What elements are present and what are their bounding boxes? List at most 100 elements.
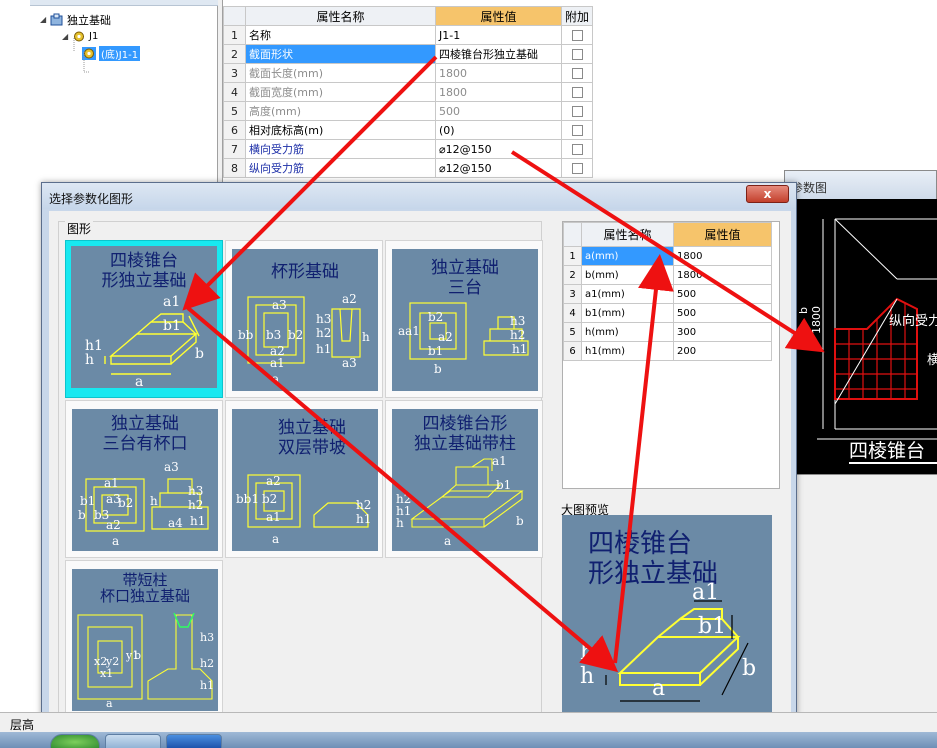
param-value[interactable]: 500 xyxy=(673,284,772,304)
param-name: a1(mm) xyxy=(581,284,674,304)
param-row[interactable]: 3 a1(mm) 500 xyxy=(563,284,772,304)
extra-checkbox-cell[interactable] xyxy=(560,139,594,159)
svg-text:b1: b1 xyxy=(698,614,726,639)
svg-text:aa1: aa1 xyxy=(398,324,420,338)
shape-params-panel: 属性名称 属性值 1 a(mm) 1800 2 b(mm) 1800 3 a1(mm) 500 4… xyxy=(562,221,780,489)
property-value[interactable]: 1800 xyxy=(435,82,562,102)
property-value[interactable]: 四棱锥台形独立基础 xyxy=(435,44,562,64)
extra-checkbox-cell[interactable] xyxy=(560,158,594,178)
extra-checkbox[interactable] xyxy=(571,30,583,41)
shape-tile-cup[interactable]: 杯形基础 bb b3 b2 a3 a2 a1 a h3 h2 h1 a2 a3 h xyxy=(225,240,383,398)
extra-checkbox-cell[interactable] xyxy=(560,63,594,83)
large-preview: 大图预览 四棱锥台 形独立基础 a1 b1 h1 h a b xyxy=(556,501,782,725)
shape-tile-frustum-with-column[interactable]: 四棱锥台形 独立基础带柱 a1 b1 h2 h1 h a b xyxy=(385,400,543,558)
property-row[interactable]: 4 截面宽度(mm) 1800 xyxy=(223,82,594,102)
property-value[interactable]: 500 xyxy=(435,101,562,121)
svg-text:b2: b2 xyxy=(262,492,277,506)
shape-thumbnail: 四棱锥台形 独立基础带柱 a1 b1 h2 h1 h a b xyxy=(392,409,538,551)
extra-checkbox-cell[interactable] xyxy=(560,120,594,140)
extra-checkbox[interactable] xyxy=(571,49,583,60)
param-value[interactable]: 200 xyxy=(673,341,772,361)
svg-text:b1: b1 xyxy=(496,478,511,492)
svg-text:b: b xyxy=(134,649,141,662)
empty-row xyxy=(563,360,772,380)
shape-tile-double-slope[interactable]: 独立基础 双层带坡 a2 bb1 b2 a1 a h2 h1 xyxy=(225,400,383,558)
shape-thumbnail: 杯形基础 bb b3 b2 a3 a2 a1 a h3 h2 h1 a2 a3 h xyxy=(232,249,378,391)
svg-text:b: b xyxy=(742,656,756,681)
property-row[interactable]: 7 横向受力筋 ⌀12@150 xyxy=(223,139,594,159)
extra-checkbox-cell[interactable] xyxy=(560,25,594,45)
extra-checkbox[interactable] xyxy=(571,125,583,136)
property-row[interactable]: 3 截面长度(mm) 1800 xyxy=(223,63,594,83)
param-value[interactable]: 1800 xyxy=(673,265,772,285)
col-header-extra: 附加 xyxy=(560,6,594,26)
extra-checkbox[interactable] xyxy=(571,106,583,117)
param-value[interactable]: 1800 xyxy=(673,246,772,266)
property-row[interactable]: 6 相对底标高(m) (0) xyxy=(223,120,594,140)
param-name: h(mm) xyxy=(581,322,674,342)
param-row[interactable]: 1 a(mm) 1800 xyxy=(563,246,772,266)
close-button[interactable]: x xyxy=(746,185,789,203)
shape-tile-short-column-cup[interactable]: 带短柱 杯口独立基础 x2 y2 x1 y1 b a h3 h2 h1 xyxy=(65,560,223,718)
property-value[interactable]: (0) xyxy=(435,120,562,140)
property-name: 截面长度(mm) xyxy=(245,63,436,83)
svg-text:h1: h1 xyxy=(200,679,214,692)
extra-checkbox[interactable] xyxy=(571,163,583,174)
property-name: 相对底标高(m) xyxy=(245,120,436,140)
shape-thumbnail: 独立基础 双层带坡 a2 bb1 b2 a1 a h2 h1 xyxy=(232,409,378,551)
param-row[interactable]: 2 b(mm) 1800 xyxy=(563,265,772,285)
start-orb-icon[interactable] xyxy=(50,734,100,748)
svg-text:h: h xyxy=(580,664,594,689)
param-value[interactable]: 300 xyxy=(673,322,772,342)
shape-tile-three-step[interactable]: 独立基础 三台 aa1 b2 a2 b1 b h3 h2 h1 xyxy=(385,240,543,398)
shape-group-label: 图形 xyxy=(65,220,94,237)
row-number: 5 xyxy=(223,101,246,121)
col-header-value: 属性值 xyxy=(435,6,562,26)
property-value[interactable]: ⌀12@150 xyxy=(435,158,562,178)
row-number: 6 xyxy=(223,120,246,140)
svg-text:h: h xyxy=(362,330,370,344)
param-row[interactable]: 4 b1(mm) 500 xyxy=(563,303,772,323)
svg-text:h1: h1 xyxy=(580,640,608,665)
shape-tile-pyramid-frustum[interactable]: 四棱锥台 形独立基础 a1 b1 h1 h a b xyxy=(65,240,223,398)
property-value[interactable]: ⌀12@150 xyxy=(435,139,562,159)
property-value[interactable]: J1-1 xyxy=(435,25,562,45)
svg-text:a: a xyxy=(652,676,665,701)
extra-checkbox-cell[interactable] xyxy=(560,101,594,121)
tree-search-bar[interactable] xyxy=(30,0,218,6)
rebar-label: 纵向受力 xyxy=(889,313,937,329)
param-name: a(mm) xyxy=(581,246,674,266)
shape-params-table: 属性名称 属性值 1 a(mm) 1800 2 b(mm) 1800 3 a1(mm) 500 4… xyxy=(563,222,772,475)
shape-thumbnail: 独立基础 三台有杯口 a1 b1 a3 b2 b b3 a2 a a3 h a4 h3 h2 h1 xyxy=(72,409,218,551)
empty-row xyxy=(563,455,772,475)
property-row[interactable]: 8 纵向受力筋 ⌀12@150 xyxy=(223,158,594,178)
property-row[interactable]: 1 名称 J1-1 xyxy=(223,25,594,45)
preview-image: 四棱锥台 形独立基础 a1 b1 h1 h a b xyxy=(562,515,772,725)
property-name: 纵向受力筋 xyxy=(245,158,436,178)
property-row[interactable]: 2 截面形状 四棱锥台形独立基础 xyxy=(223,44,594,64)
select-shape-dialog: 选择参数化图形 x 图形 四棱锥台 形独立基础 a1 b1 h1 h a b 杯… xyxy=(41,182,797,736)
param-value[interactable]: 500 xyxy=(673,303,772,323)
property-row[interactable]: 5 高度(mm) 500 xyxy=(223,101,594,121)
preview-title-line2: 形独立基础 xyxy=(588,559,719,589)
taskbar-app-active[interactable] xyxy=(166,734,222,748)
shape-tile-three-step-cup[interactable]: 独立基础 三台有杯口 a1 b1 a3 b2 b b3 a2 a a3 h a4 h3 h2 h1 xyxy=(65,400,223,558)
param-row[interactable]: 5 h(mm) 300 xyxy=(563,322,772,342)
property-value[interactable]: 1800 xyxy=(435,63,562,83)
param-row[interactable]: 6 h1(mm) 200 xyxy=(563,341,772,361)
three-step-cup-drawing: a1b1 a3b2 b b3a2a a3ha4 h3h2h1 xyxy=(78,460,209,548)
extra-checkbox-cell[interactable] xyxy=(560,44,594,64)
row-number: 1 xyxy=(563,246,582,266)
row-number: 7 xyxy=(223,139,246,159)
svg-text:h: h xyxy=(85,352,94,368)
taskbar-app-explorer[interactable] xyxy=(105,734,161,748)
svg-text:b: b xyxy=(434,362,442,376)
extra-checkbox[interactable] xyxy=(571,144,583,155)
grid-corner xyxy=(223,6,246,26)
property-panel: 属性名称 属性值 附加 1 名称 J1-1 2 截面形状 四棱锥台形独立基础 3 截面长度(m… xyxy=(222,0,937,185)
floor-height-label: 层高 xyxy=(10,718,35,732)
extra-checkbox[interactable] xyxy=(571,68,583,79)
extra-checkbox-cell[interactable] xyxy=(560,82,594,102)
extra-checkbox[interactable] xyxy=(571,87,583,98)
frustum-column-drawing: a1b1h2 h1hab xyxy=(396,454,524,548)
